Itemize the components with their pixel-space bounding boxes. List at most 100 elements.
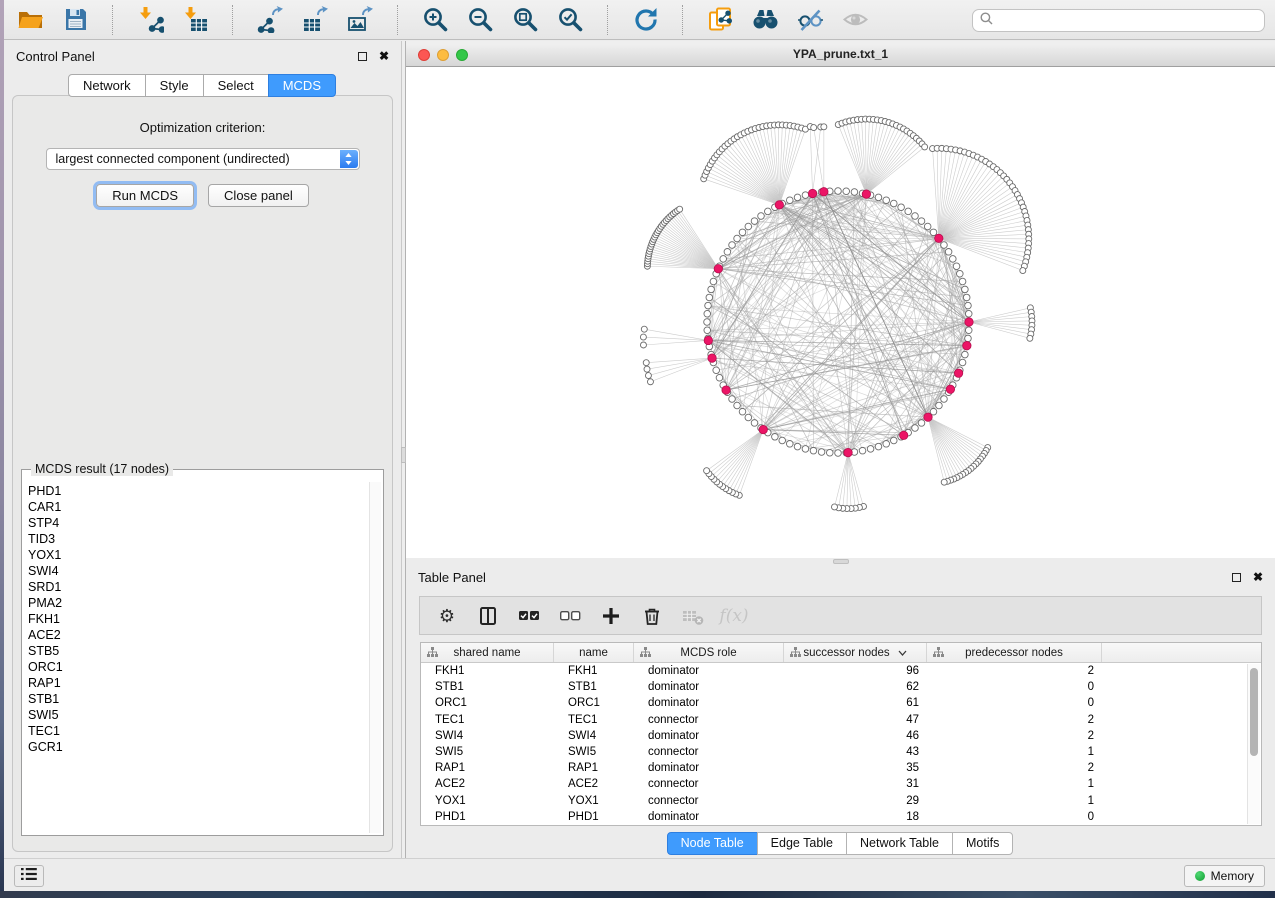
horizontal-splitter[interactable] [406, 558, 1275, 565]
tab-node-table[interactable]: Node Table [667, 832, 758, 855]
float-panel-icon[interactable] [1232, 573, 1241, 582]
tab-style[interactable]: Style [145, 74, 204, 97]
column-header-predecessor-nodes[interactable]: predecessor nodes [927, 643, 1102, 662]
run-mcds-button[interactable]: Run MCDS [96, 184, 194, 207]
table-row[interactable]: TEC1TEC1connector472 [421, 712, 1261, 728]
cell-name: ORC1 [554, 697, 634, 709]
result-node[interactable]: GCR1 [28, 739, 367, 755]
tab-mcds[interactable]: MCDS [268, 74, 336, 97]
result-node[interactable]: SRD1 [28, 579, 367, 595]
result-node[interactable]: STP4 [28, 515, 367, 531]
close-panel-button[interactable]: Close panel [208, 184, 309, 207]
create-column-icon[interactable] [600, 605, 622, 627]
cell-predecessor-nodes: 0 [927, 681, 1102, 693]
optimization-select-value: largest connected component (undirected) [56, 152, 290, 166]
clone-network-icon[interactable] [706, 6, 734, 34]
network-canvas[interactable] [406, 67, 1275, 558]
table-row[interactable]: RAP1RAP1dominator352 [421, 760, 1261, 776]
table-toolbar: ⚙ f(x) [419, 596, 1262, 635]
cell-shared-name: PHD1 [421, 811, 554, 823]
mcds-result-list: PHD1CAR1STP4TID3YOX1SWI4SRD1PMA2FKH1ACE2… [28, 483, 367, 833]
open-file-icon[interactable] [16, 6, 44, 34]
panel-menu-button[interactable] [14, 865, 44, 887]
cell-predecessor-nodes: 1 [927, 746, 1102, 758]
import-table-icon[interactable] [181, 6, 209, 34]
result-node[interactable]: TID3 [28, 531, 367, 547]
application-window: Control Panel ✖ NetworkStyleSelectMCDS O… [0, 0, 1275, 898]
search-input[interactable] [997, 12, 1264, 30]
result-node[interactable]: FKH1 [28, 611, 367, 627]
table-row[interactable]: YOX1YOX1connector291 [421, 793, 1261, 809]
mcds-result-group: MCDS result (17 nodes) PHD1CAR1STP4TID3Y… [21, 469, 384, 836]
delete-columns-icon[interactable] [641, 605, 663, 627]
zoom-in-icon[interactable] [421, 6, 449, 34]
hide-selected-icon[interactable] [796, 6, 824, 34]
tab-motifs[interactable]: Motifs [952, 832, 1013, 855]
save-session-icon[interactable] [61, 6, 89, 34]
refresh-layout-icon[interactable] [631, 6, 659, 34]
result-node[interactable]: PHD1 [28, 483, 367, 499]
result-node[interactable]: CAR1 [28, 499, 367, 515]
search-icon [980, 12, 993, 30]
result-node[interactable]: TEC1 [28, 723, 367, 739]
tab-network[interactable]: Network [68, 74, 146, 97]
zoom-out-icon[interactable] [466, 6, 494, 34]
memory-button[interactable]: Memory [1184, 865, 1265, 887]
select-all-icon[interactable] [518, 605, 540, 627]
result-node[interactable]: SWI5 [28, 707, 367, 723]
network-graph [406, 67, 1275, 558]
show-columns-icon[interactable] [477, 605, 499, 627]
cell-successor-nodes: 31 [784, 778, 927, 790]
cell-name: RAP1 [554, 762, 634, 774]
export-network-icon[interactable] [256, 6, 284, 34]
import-network-icon[interactable] [136, 6, 164, 34]
zoom-fit-icon[interactable] [511, 6, 539, 34]
close-panel-icon[interactable]: ✖ [1253, 571, 1263, 583]
float-panel-icon[interactable] [358, 52, 367, 61]
optimization-select[interactable]: largest connected component (undirected) [46, 148, 360, 170]
cell-shared-name: TEC1 [421, 714, 554, 726]
table-row[interactable]: ACE2ACE2connector311 [421, 776, 1261, 792]
column-header-successor-nodes[interactable]: successor nodes [784, 643, 927, 662]
table-row[interactable]: SWI5SWI5connector431 [421, 744, 1261, 760]
cell-predecessor-nodes: 2 [927, 665, 1102, 677]
column-header-shared-name[interactable]: shared name [421, 643, 554, 662]
result-node[interactable]: ACE2 [28, 627, 367, 643]
cell-name: YOX1 [554, 795, 634, 807]
result-node[interactable]: YOX1 [28, 547, 367, 563]
unselect-all-icon[interactable] [559, 605, 581, 627]
find-icon[interactable] [751, 6, 779, 34]
column-header-mcds-role[interactable]: MCDS role [634, 643, 784, 662]
result-node[interactable]: ORC1 [28, 659, 367, 675]
zoom-selected-icon[interactable] [556, 6, 584, 34]
result-node[interactable]: STB1 [28, 691, 367, 707]
splitter-handle[interactable] [833, 559, 849, 564]
export-table-icon[interactable] [301, 6, 329, 34]
table-row[interactable]: SWI4SWI4dominator462 [421, 728, 1261, 744]
export-image-icon[interactable] [346, 6, 374, 34]
table-scrollbar[interactable] [1247, 664, 1260, 824]
result-node[interactable]: STB5 [28, 643, 367, 659]
table-row[interactable]: PHD1PHD1dominator180 [421, 809, 1261, 825]
result-node[interactable]: RAP1 [28, 675, 367, 691]
search-box[interactable] [972, 9, 1265, 32]
table-row[interactable]: STB1STB1dominator620 [421, 679, 1261, 695]
table-row[interactable]: FKH1FKH1dominator962 [421, 663, 1261, 679]
result-scrollbar[interactable] [369, 482, 381, 833]
column-header-name[interactable]: name [554, 643, 634, 662]
tab-select[interactable]: Select [203, 74, 269, 97]
cell-shared-name: YOX1 [421, 795, 554, 807]
result-node[interactable]: PMA2 [28, 595, 367, 611]
network-window-titlebar[interactable]: YPA_prune.txt_1 [406, 41, 1275, 67]
tab-network-table[interactable]: Network Table [846, 832, 953, 855]
close-panel-icon[interactable]: ✖ [379, 50, 389, 62]
scrollbar-thumb[interactable] [1250, 668, 1258, 756]
delete-table-icon [682, 605, 704, 627]
column-label: shared name [453, 647, 520, 659]
table-row[interactable]: ORC1ORC1dominator610 [421, 695, 1261, 711]
table-mode-icon[interactable]: ⚙ [436, 605, 458, 627]
column-type-icon [933, 647, 944, 661]
tab-edge-table[interactable]: Edge Table [757, 832, 847, 855]
result-node[interactable]: SWI4 [28, 563, 367, 579]
function-builder-icon: f(x) [723, 605, 745, 627]
